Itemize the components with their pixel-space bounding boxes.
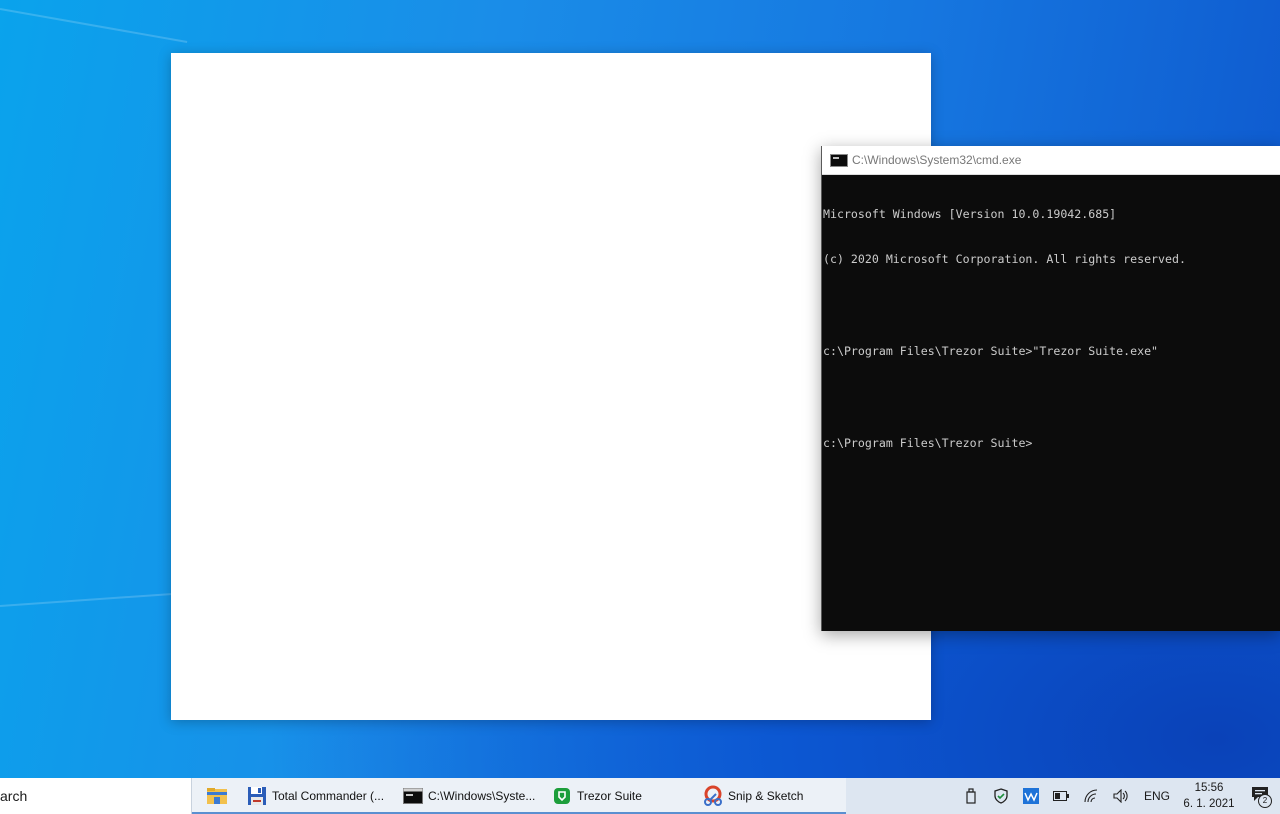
taskbar-app-label: Snip & Sketch — [728, 789, 804, 803]
wave-app-icon[interactable] — [1016, 778, 1046, 814]
defender-shield-icon[interactable] — [986, 778, 1016, 814]
cmd-console[interactable]: Microsoft Windows [Version 10.0.19042.68… — [822, 175, 1280, 482]
blank-app-window[interactable] — [171, 53, 931, 720]
clock-date: 6. 1. 2021 — [1183, 798, 1235, 810]
taskbar-app-label: C:\Windows\Syste... — [428, 789, 536, 803]
taskbar: arch Total Commander (... C:\Windows\Sys… — [0, 778, 1280, 814]
taskbar-file-explorer[interactable] — [192, 778, 242, 814]
cmd-window[interactable]: C:\Windows\System32\cmd.exe Microsoft Wi… — [821, 146, 1280, 631]
snip-sketch-icon — [702, 785, 724, 807]
search-text: arch — [0, 788, 28, 804]
console-line: Microsoft Windows [Version 10.0.19042.68… — [823, 206, 1117, 221]
console-prompt: c:\Program Files\Trezor Suite> — [823, 436, 1033, 451]
notification-center-button[interactable]: 2 — [1240, 778, 1280, 814]
desktop-background: C:\Windows\System32\cmd.exe Microsoft Wi… — [0, 0, 1280, 778]
light-beam — [0, 592, 180, 607]
input-language[interactable]: ENG — [1136, 789, 1178, 803]
system-tray: ENG 15:56 6. 1. 2021 2 — [956, 778, 1280, 814]
floppy-disk-icon — [246, 785, 268, 807]
taskbar-app-label: Total Commander (... — [272, 789, 385, 803]
taskbar-cmd[interactable]: C:\Windows\Syste... — [392, 778, 547, 814]
light-beam — [0, 8, 188, 43]
file-explorer-icon — [206, 785, 228, 807]
taskbar-app-label: Trezor Suite — [577, 789, 642, 803]
search-box[interactable]: arch — [0, 778, 192, 814]
cmd-icon — [830, 153, 848, 167]
cmd-icon — [402, 785, 424, 807]
cmd-titlebar[interactable]: C:\Windows\System32\cmd.exe — [822, 146, 1280, 175]
console-line: c:\Program Files\Trezor Suite>"Trezor Su… — [823, 344, 1159, 359]
clock[interactable]: 15:56 6. 1. 2021 — [1178, 780, 1240, 812]
battery-icon[interactable] — [1046, 778, 1076, 814]
trezor-shield-icon — [551, 785, 573, 807]
cmd-title: C:\Windows\System32\cmd.exe — [852, 153, 1022, 167]
console-line: (c) 2020 Microsoft Corporation. All righ… — [823, 252, 1186, 267]
taskbar-snip-sketch[interactable]: Snip & Sketch — [694, 778, 846, 814]
usb-drive-icon[interactable] — [956, 778, 986, 814]
clock-time: 15:56 — [1194, 782, 1224, 794]
volume-icon[interactable] — [1106, 778, 1136, 814]
taskbar-trezor-suite[interactable]: Trezor Suite — [547, 778, 694, 814]
wifi-icon[interactable] — [1076, 778, 1106, 814]
taskbar-total-commander[interactable]: Total Commander (... — [242, 778, 392, 814]
notification-count-badge: 2 — [1258, 794, 1272, 808]
